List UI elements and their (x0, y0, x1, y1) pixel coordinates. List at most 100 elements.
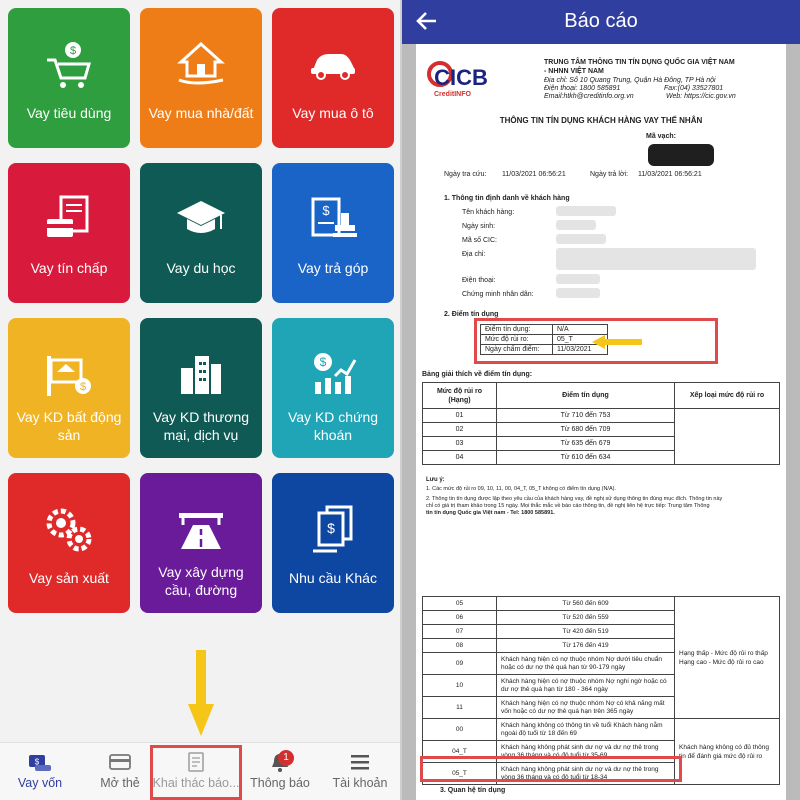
loan-tile-7[interactable]: $ Vay KD bất động sản (8, 318, 130, 458)
score-cell: Khách hàng hiện có nợ thuộc nhóm Nợ nghi… (496, 674, 675, 697)
section-credit-relations: 3. Quan hệ tín dụng (440, 787, 506, 794)
real-estate-sign-icon: $ (8, 350, 130, 400)
loan-icon: $ (0, 751, 80, 773)
nav-vay-von[interactable]: $ Vay vốn (0, 743, 80, 800)
risk-05t-highlight-box (420, 756, 682, 782)
barcode-redacted (648, 144, 714, 166)
loan-tile-4[interactable]: Vay tín chấp (8, 163, 130, 303)
report-icon (152, 751, 240, 773)
nav-label: Tài khoản (332, 776, 388, 790)
yellow-arrow-icon (592, 335, 642, 354)
org-web: Web: https://cic.gov.vn (666, 93, 736, 100)
score-cell: Từ 680 đến 709 (496, 422, 675, 437)
loan-tile-label: Vay sản xuất (29, 570, 109, 586)
redacted-value (556, 248, 756, 270)
nav-label: Thông báo (250, 776, 310, 790)
score-cell: Từ 176 đến 419 (496, 638, 675, 653)
loan-tile-label: Vay mua ô tô (292, 105, 374, 121)
loan-tile-10[interactable]: Vay sản xuất (8, 473, 130, 613)
loan-tile-label: Vay KD bất động sản (16, 409, 122, 443)
logo-text: CICB (434, 65, 488, 90)
field-cic: Mã số CIC: (462, 237, 498, 244)
header-rank: Mức độ rủi ro (Hạng) (422, 382, 497, 409)
loan-tile-1[interactable]: $ Vay tiêu dùng (8, 8, 130, 148)
rank-cell: 04 (422, 450, 497, 465)
org-email: Email:htkh@creditinfo.org.vn (544, 93, 634, 100)
loan-tile-label: Vay KD chứng khoán (287, 409, 379, 443)
barcode-label: Mã vạch: (646, 133, 676, 140)
field-phone: Điện thoại: (462, 277, 496, 284)
rank-cell: 05 (422, 596, 497, 611)
score-cell: Từ 610 đến 634 (496, 450, 675, 465)
rank-cell: 01 (422, 408, 497, 423)
rank-cell: 07 (422, 624, 497, 639)
loan-tile-6[interactable]: $ Vay trả góp (272, 163, 394, 303)
query-date: 11/03/2021 06:56:21 (502, 171, 566, 178)
section-identity: 1. Thông tin định danh về khách hàng (444, 195, 570, 202)
score-cell: Từ 520 đến 559 (496, 610, 675, 625)
loan-tile-label: Vay trả góp (297, 260, 369, 276)
note-1: 1. Các mức độ rủi ro 09, 10, 11, 00, 04_… (426, 486, 616, 492)
loan-tile-9[interactable]: $ Vay KD chứng khoán (272, 318, 394, 458)
redacted-value (556, 234, 606, 244)
svg-text:$: $ (322, 203, 330, 218)
shopping-cart-icon: $ (8, 40, 130, 90)
loan-tile-11[interactable]: Vay xây dựng cầu, đường (140, 473, 262, 613)
nav-mo-the[interactable]: Mở thẻ (80, 743, 160, 800)
score-cell: Khách hàng không có thông tin về tuổi Kh… (496, 718, 675, 741)
rank-cell: 03 (422, 436, 497, 451)
loan-app-screen: $ Vay tiêu dùng Vay mua nhà/đất Vay mua ô t… (0, 0, 400, 800)
rank-cell: 08 (422, 638, 497, 653)
credit-card-icon (80, 751, 160, 773)
stock-chart-icon: $ (272, 350, 394, 400)
score-cell: Khách hàng hiện có nợ thuộc nhóm Nợ dưới… (496, 652, 675, 675)
class-cell (674, 408, 780, 465)
city-buildings-icon (140, 350, 262, 400)
score-cell: Từ 420 đến 519 (496, 624, 675, 639)
class-cell: Hạng thấp - Mức độ rủi ro thấp Hạng cao … (674, 596, 780, 719)
redacted-value (556, 206, 616, 216)
svg-text:$: $ (320, 355, 327, 369)
loan-tile-label: Vay xây dựng cầu, đường (158, 564, 244, 598)
redacted-value (556, 274, 600, 284)
header-class: Xếp loại mức độ rủi ro (674, 382, 780, 409)
rank-cell: 00 (422, 718, 497, 741)
report-screen: Báo cáo CICB CreditINFO TRUNG TÂM THÔNG … (402, 0, 800, 800)
org-name-line1: TRUNG TÂM THÔNG TIN TÍN DỤNG QUỐC GIA VI… (544, 59, 735, 66)
nav-khai-thac-bao-cao[interactable]: Khai thác báo... (152, 743, 240, 800)
notification-badge: 1 (278, 750, 294, 766)
svg-text:$: $ (327, 520, 335, 536)
redacted-value (556, 220, 596, 230)
credit-report-document[interactable]: CICB CreditINFO TRUNG TÂM THÔNG TIN TÍN … (416, 44, 786, 800)
nav-label: Vay vốn (17, 776, 63, 790)
loan-tile-label: Vay tín chấp (30, 260, 108, 276)
table-title: Bảng giải thích về điểm tín dụng: (422, 371, 533, 378)
app-bar: Báo cáo (402, 0, 800, 44)
nav-label: Khai thác báo... (152, 776, 240, 790)
field-dob: Ngày sinh: (462, 223, 496, 230)
logo-subtext: CreditINFO (434, 91, 471, 98)
header-score: Điểm tín dụng (496, 382, 675, 409)
loan-tile-2[interactable]: Vay mua nhà/đất (140, 8, 262, 148)
loan-tile-12[interactable]: $ Nhu cầu Khác (272, 473, 394, 613)
notes-title: Lưu ý: (426, 477, 445, 483)
note-2b: chỉ có giá trị tham khảo trong 15 ngày. … (426, 503, 710, 509)
gears-icon (8, 505, 130, 555)
nav-tai-khoan[interactable]: Tài khoản (320, 743, 400, 800)
graduation-cap-icon (140, 195, 262, 245)
table-row: 05 Từ 560 đến 609 Hạng thấp - Mức độ rủi r… (422, 596, 780, 719)
loan-tile-8[interactable]: Vay KD thương mại, dịch vụ (140, 318, 262, 458)
report-title: THÔNG TIN TÍN DỤNG KHÁCH HÀNG VAY THỂ NH… (499, 116, 703, 125)
money-papers-icon: $ (272, 505, 394, 555)
loan-tile-3[interactable]: Vay mua ô tô (272, 8, 394, 148)
menu-icon (320, 751, 400, 773)
reply-date-label: Ngày trả lời: (590, 171, 629, 178)
nav-label: Mở thẻ (100, 776, 140, 790)
loan-tile-5[interactable]: Vay du học (140, 163, 262, 303)
rank-cell: 11 (422, 696, 497, 719)
screenshot-root: $ Vay tiêu dùng Vay mua nhà/đất Vay mua ô t… (0, 0, 800, 800)
score-cell: Từ 635 đến 679 (496, 436, 675, 451)
cicb-logo: CICB CreditINFO (426, 58, 496, 100)
score-cell: Từ 560 đến 609 (496, 596, 675, 611)
table-row: 00 Khách hàng không có thông tin về tuổi … (422, 718, 780, 785)
